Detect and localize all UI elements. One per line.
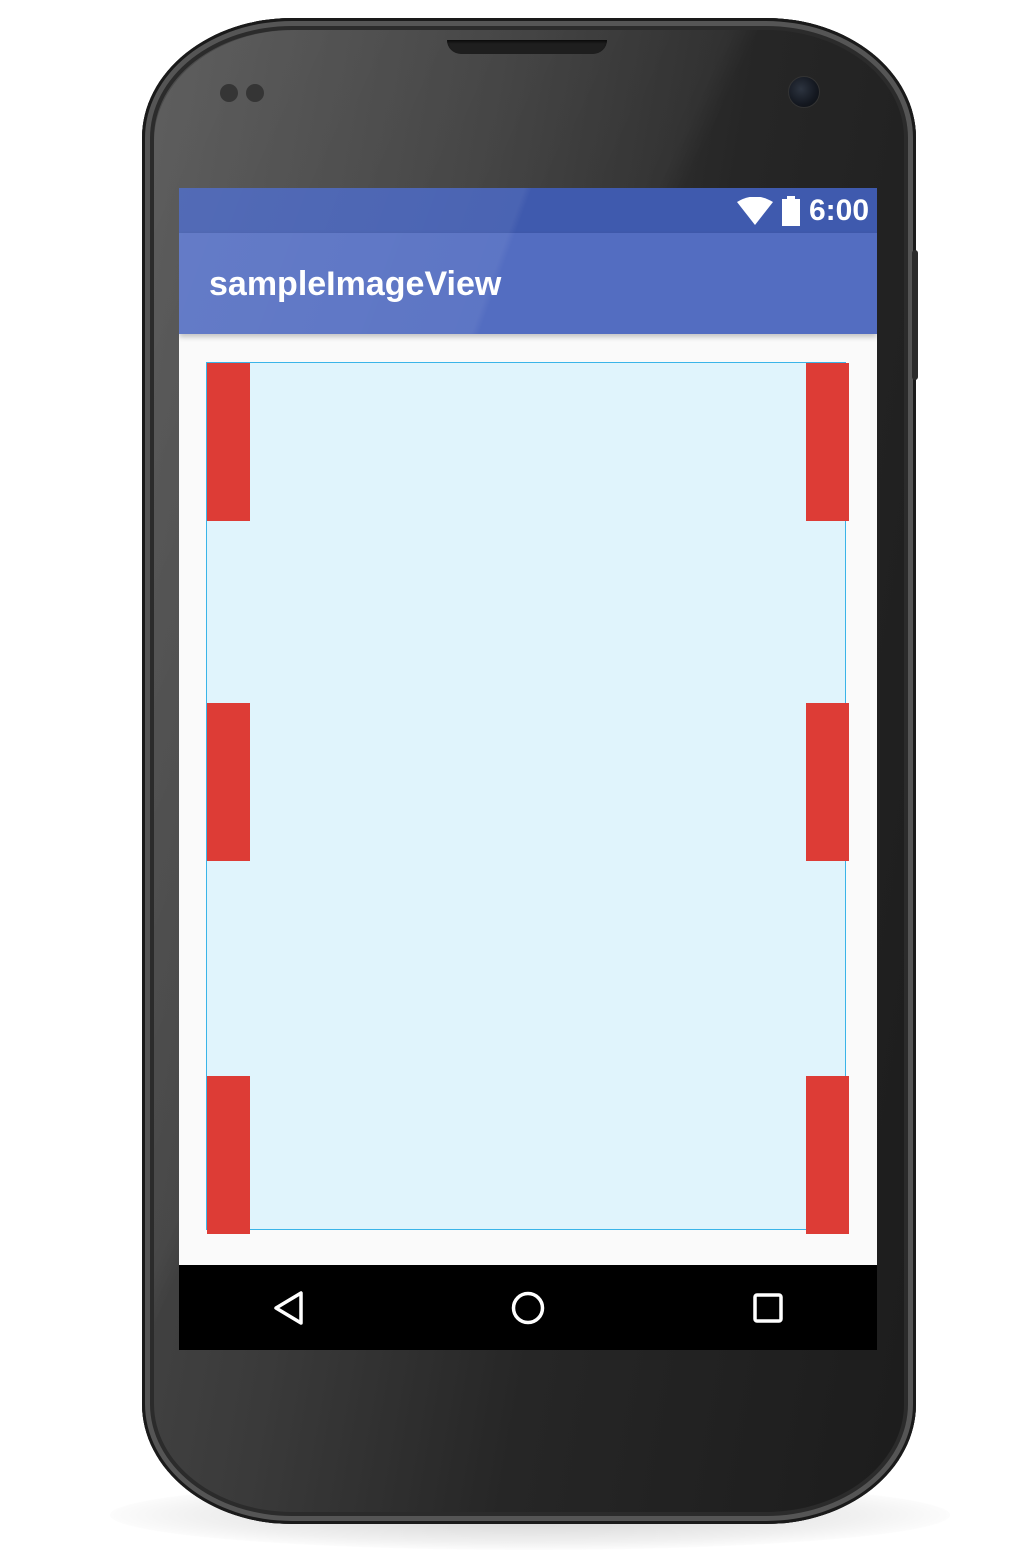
device-screen: 6:00 sampleImageView [179,188,877,1350]
proximity-sensor [220,84,238,102]
front-camera [788,76,820,108]
home-button[interactable] [505,1285,551,1331]
image-view [206,362,849,1234]
status-bar: 6:00 [179,188,877,233]
back-button[interactable] [266,1285,312,1331]
battery-icon [781,196,801,226]
recents-button[interactable] [745,1285,791,1331]
recents-icon [753,1293,783,1323]
navigation-bar [179,1265,877,1350]
power-button [912,250,918,380]
app-title: sampleImageView [209,265,502,303]
red-bar-bottom-left [207,1076,250,1234]
back-icon [274,1291,303,1325]
red-bar-top-right [806,363,849,521]
red-bar-top-left [207,363,250,521]
earpiece-speaker [447,40,607,54]
status-icons: 6:00 [736,192,869,230]
device-frame-stage: 6:00 sampleImageView [0,0,1016,1568]
status-clock: 6:00 [808,194,869,227]
red-bar-bottom-right [806,1076,849,1234]
red-bar-middle-right [806,703,849,861]
light-sensor [246,84,264,102]
app-bar: sampleImageView [179,233,877,334]
content-area [179,334,877,1265]
red-bar-middle-left [207,703,250,861]
home-icon [511,1291,545,1325]
wifi-icon [736,197,773,225]
